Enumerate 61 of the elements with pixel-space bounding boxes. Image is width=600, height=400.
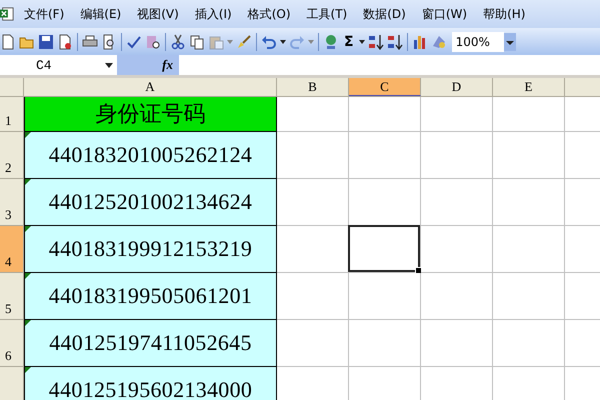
empty-cell — [421, 273, 493, 320]
empty-cell — [421, 97, 493, 132]
id-number: 440183199505061201 — [48, 283, 252, 309]
id-number: 440183201005262124 — [48, 142, 252, 168]
row-header[interactable]: 2 — [0, 132, 24, 179]
empty-cell — [349, 273, 421, 320]
empty-cell — [421, 320, 493, 367]
empty-cell — [493, 132, 565, 179]
id-number: 440125197411052645 — [49, 330, 252, 356]
column-header[interactable]: D — [421, 78, 493, 96]
copy-icon[interactable] — [189, 34, 205, 50]
sort-ascending-icon[interactable] — [368, 34, 384, 50]
empty-cell — [349, 320, 421, 367]
column-header[interactable]: A — [24, 78, 277, 96]
id-number: 440125195602134000 — [48, 377, 252, 400]
column-header[interactable]: E — [493, 78, 565, 96]
menu-item[interactable]: 视图(V) — [129, 6, 187, 22]
zoom-field[interactable]: 100% — [452, 32, 504, 52]
id-number: 440183199912153219 — [48, 236, 252, 262]
empty-cell — [349, 132, 421, 179]
row-header[interactable]: 1 — [0, 97, 24, 132]
new-document-icon[interactable] — [0, 34, 16, 50]
print-icon[interactable] — [82, 34, 98, 50]
brush-icon[interactable] — [236, 34, 252, 50]
empty-cell — [493, 226, 565, 273]
document-icon[interactable] — [57, 34, 73, 50]
empty-cell — [493, 320, 565, 367]
menu-item[interactable]: 数据(D) — [355, 6, 414, 22]
empty-cell — [421, 132, 493, 179]
spelling-icon[interactable] — [126, 34, 142, 50]
menu-item[interactable]: 工具(T) — [298, 6, 356, 22]
empty-cell — [349, 97, 421, 132]
id-number: 440125201002134624 — [48, 189, 252, 215]
save-icon[interactable] — [38, 34, 54, 50]
menu-item[interactable]: 插入(I) — [186, 6, 240, 22]
row-header[interactable]: 5 — [0, 273, 24, 320]
menu-item[interactable]: 帮助(H) — [475, 6, 534, 22]
empty-cell — [493, 179, 565, 226]
empty-cell — [421, 226, 493, 273]
row-header[interactable]: 3 — [0, 179, 24, 226]
chart-icon[interactable] — [412, 34, 428, 50]
empty-cell — [493, 97, 565, 132]
menu-item[interactable]: 格式(O) — [240, 6, 299, 22]
excel-icon[interactable] — [0, 6, 14, 22]
column-header[interactable]: C — [349, 78, 421, 96]
empty-cell — [493, 273, 565, 320]
row-header[interactable]: 4 — [0, 226, 24, 273]
cut-icon[interactable] — [170, 34, 186, 50]
row-header[interactable]: 6 — [0, 320, 24, 367]
menu-item[interactable]: 文件(F) — [18, 6, 72, 22]
column-title: 身份证号码 — [96, 101, 206, 129]
function-button[interactable]: fx — [162, 57, 173, 73]
caret-icon[interactable] — [358, 40, 365, 44]
menu-item[interactable]: 窗口(W) — [414, 6, 476, 22]
undo-icon[interactable] — [261, 34, 277, 50]
sort-descending-icon[interactable] — [386, 34, 403, 50]
menu-item[interactable]: 编辑(E) — [72, 6, 130, 22]
autosum-button[interactable]: Σ — [342, 34, 356, 50]
empty-cell — [421, 179, 493, 226]
caret-icon[interactable] — [280, 40, 286, 44]
dropdown-icon[interactable] — [504, 32, 516, 50]
